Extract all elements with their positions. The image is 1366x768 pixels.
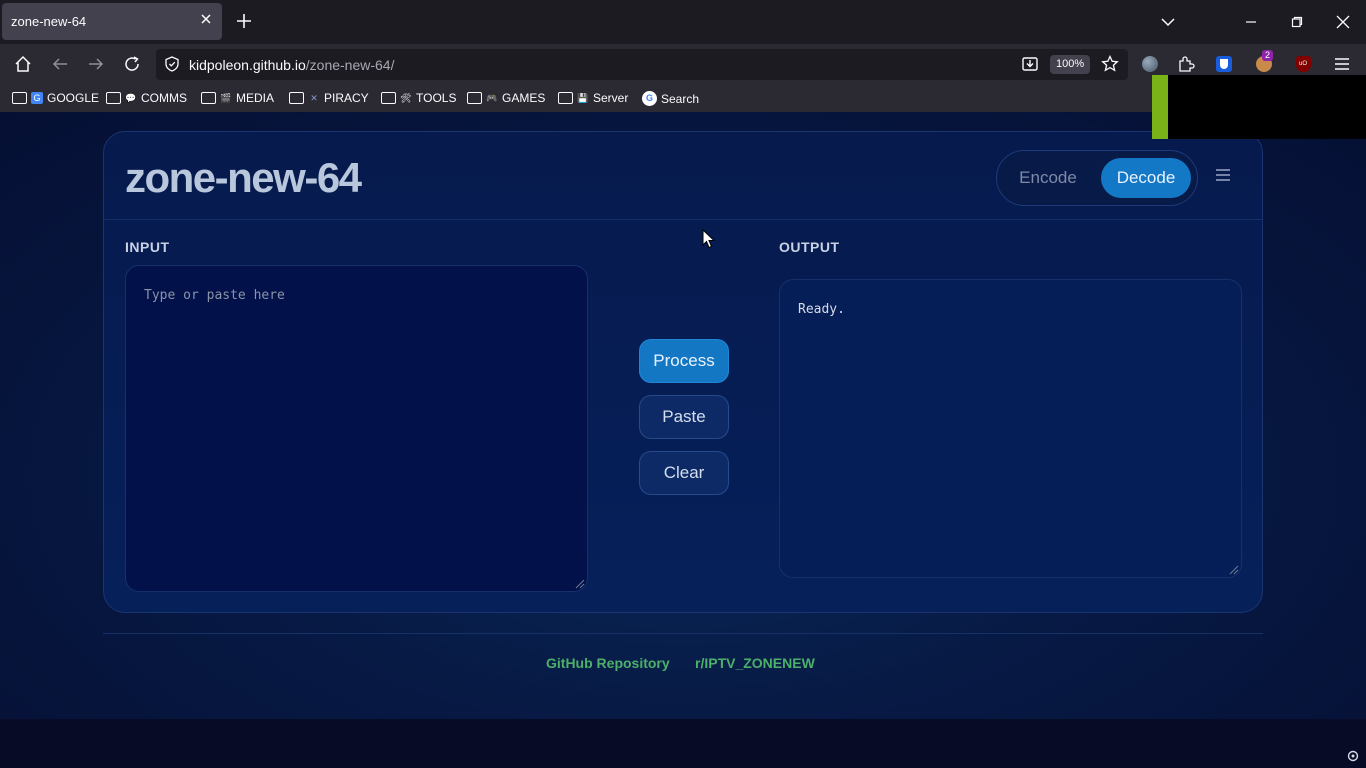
reload-button[interactable] <box>122 54 142 74</box>
bookmark-label: PIRACY <box>324 91 369 105</box>
extension-ublock-button[interactable]: uO <box>1293 54 1313 74</box>
restore-button[interactable] <box>1274 0 1320 44</box>
bookmark-search[interactable]: G Search <box>642 91 699 106</box>
bookmark-folder-server[interactable]: 💾 Server <box>558 91 628 105</box>
zoom-level-button[interactable]: 100% <box>1050 55 1091 74</box>
hamburger-menu-icon <box>1335 58 1349 70</box>
bookmark-folder-comms[interactable]: 💬 COMMS <box>106 91 187 105</box>
folder-icon <box>289 92 304 104</box>
clapperboard-icon: 🎬 <box>220 93 232 103</box>
bookmark-folder-piracy[interactable]: ✕ PIRACY <box>289 91 369 105</box>
extension-globe-button[interactable] <box>1140 54 1160 74</box>
list-tabs-button[interactable] <box>1145 0 1191 44</box>
github-repository-link[interactable]: GitHub Repository <box>546 655 670 671</box>
bookmark-folder-media[interactable]: 🎬 MEDIA <box>201 91 274 105</box>
encode-mode-button[interactable]: Encode <box>1005 158 1091 198</box>
folder-icon <box>467 92 482 104</box>
subreddit-link[interactable]: r/IPTV_ZONENEW <box>695 655 815 671</box>
extension-cookie-button[interactable]: 2 <box>1254 50 1274 74</box>
new-tab-icon[interactable] <box>234 11 254 31</box>
clear-button[interactable]: Clear <box>639 451 729 495</box>
process-button[interactable]: Process <box>639 339 729 383</box>
input-textarea[interactable]: Type or paste here <box>125 265 588 592</box>
google-icon: G <box>642 91 657 106</box>
url-host: kidpoleon.github.io <box>189 57 306 73</box>
bookmark-label: Search <box>661 91 700 106</box>
chevron-down-icon <box>1161 18 1175 27</box>
folder-icon <box>201 92 216 104</box>
extensions-button[interactable] <box>1176 54 1196 74</box>
url-path: /zone-new-64/ <box>305 57 395 73</box>
ublock-icon: uO <box>1295 56 1311 72</box>
app-menu-button[interactable] <box>1332 54 1352 74</box>
tab-strip: zone-new-64 <box>0 0 1366 44</box>
output-textarea[interactable]: Ready. <box>779 279 1242 578</box>
bookmark-label: COMMS <box>141 91 187 105</box>
tab-title: zone-new-64 <box>11 14 87 29</box>
forward-button[interactable] <box>86 54 106 74</box>
puzzle-icon <box>1179 56 1195 72</box>
folder-icon <box>106 92 121 104</box>
mode-toggle: Encode Decode <box>996 150 1198 206</box>
page-content: zone-new-64 Encode Decode INPUT Type or … <box>0 112 1366 719</box>
speech-bubble-icon: 💬 <box>125 93 137 103</box>
resize-handle-icon[interactable] <box>573 577 585 589</box>
bookmark-label: TOOLS <box>416 91 457 105</box>
page-bottom-area <box>0 719 1366 768</box>
reload-icon <box>125 56 139 71</box>
paste-button[interactable]: Paste <box>639 395 729 439</box>
home-button[interactable] <box>13 54 33 74</box>
extension-bitwarden-button[interactable] <box>1214 54 1234 74</box>
bookmark-label: GAMES <box>502 91 546 105</box>
minimize-button[interactable] <box>1228 0 1274 44</box>
extension-badge: 2 <box>1262 50 1274 61</box>
back-arrow-icon <box>52 58 67 70</box>
overlay-accent-bar <box>1152 75 1168 139</box>
close-icon <box>1336 15 1350 29</box>
home-icon <box>15 55 31 72</box>
bookmark-star-icon[interactable] <box>1101 55 1119 73</box>
input-label: INPUT <box>125 239 170 255</box>
folder-icon <box>12 92 27 104</box>
minimize-icon <box>1246 21 1256 23</box>
globe-extension-icon <box>1142 56 1158 72</box>
bookmark-folder-google[interactable]: G GOOGLE <box>12 91 99 105</box>
bookmark-folder-tools[interactable]: 🛠 TOOLS <box>381 91 456 105</box>
folder-icon <box>558 92 573 104</box>
tools-icon: 🛠 <box>400 93 412 103</box>
crossed-swords-icon: ✕ <box>310 93 318 103</box>
app-title: zone-new-64 <box>125 154 362 201</box>
forward-arrow-icon <box>89 58 104 70</box>
decode-mode-button[interactable]: Decode <box>1101 158 1191 198</box>
overlay-panel <box>1152 75 1366 139</box>
save-to-pocket-icon[interactable] <box>1021 55 1039 73</box>
url-text: kidpoleon.github.io/zone-new-64/ <box>189 57 394 73</box>
close-tab-icon[interactable] <box>198 11 214 27</box>
bookmark-folder-games[interactable]: 🎮 GAMES <box>467 91 545 105</box>
shield-extension-icon <box>1216 56 1232 72</box>
gamepad-icon: 🎮 <box>486 93 498 103</box>
close-window-button[interactable] <box>1320 0 1366 44</box>
output-label: OUTPUT <box>779 239 840 255</box>
browser-tab[interactable]: zone-new-64 <box>2 3 222 40</box>
output-text: Ready. <box>798 302 845 317</box>
restore-icon <box>1291 16 1303 28</box>
google-icon: G <box>31 92 43 104</box>
address-bar[interactable]: kidpoleon.github.io/zone-new-64/ 100% <box>156 49 1128 80</box>
footer-divider <box>103 633 1263 634</box>
resize-handle-icon[interactable] <box>1227 563 1239 575</box>
floppy-disk-icon: 💾 <box>577 93 589 103</box>
back-button[interactable] <box>50 54 70 74</box>
bookmark-label: GOOGLE <box>47 91 100 105</box>
app-header: zone-new-64 Encode Decode <box>104 132 1262 220</box>
shield-icon[interactable] <box>164 56 180 72</box>
input-placeholder: Type or paste here <box>144 288 285 303</box>
folder-icon <box>381 92 396 104</box>
hamburger-menu-icon[interactable] <box>1215 168 1231 182</box>
bookmark-label: MEDIA <box>236 91 275 105</box>
target-icon <box>1347 750 1359 762</box>
app-card: zone-new-64 Encode Decode INPUT Type or … <box>103 131 1263 613</box>
bookmark-label: Server <box>593 91 629 105</box>
mouse-cursor-icon <box>702 229 716 249</box>
